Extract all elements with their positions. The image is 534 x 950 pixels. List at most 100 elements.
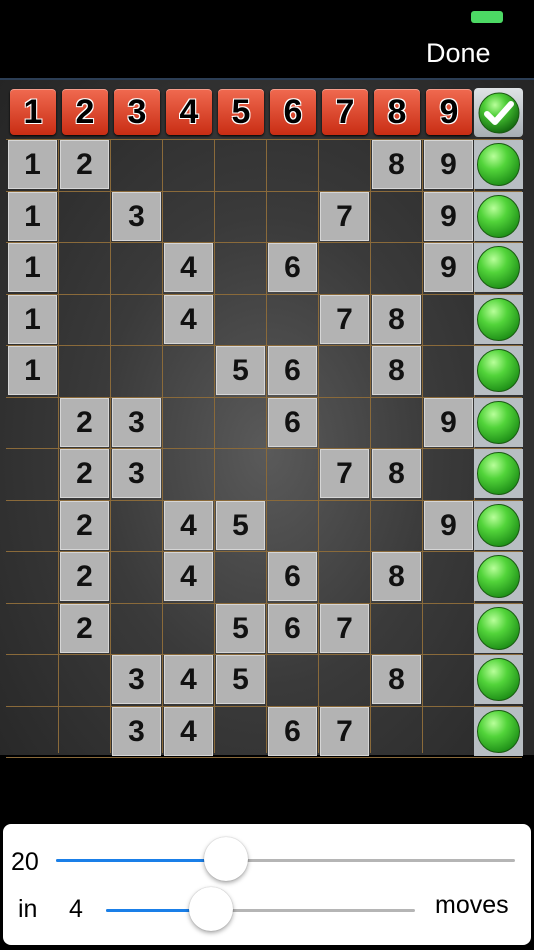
empty-cell[interactable] — [372, 707, 421, 756]
empty-cell[interactable] — [268, 192, 317, 241]
empty-cell[interactable] — [424, 295, 473, 344]
empty-cell[interactable] — [216, 707, 265, 756]
empty-cell[interactable] — [372, 192, 421, 241]
header-number-button[interactable]: 6 — [270, 89, 316, 135]
number-cell[interactable]: 9 — [424, 501, 473, 550]
empty-cell[interactable] — [372, 501, 421, 550]
number-cell[interactable]: 9 — [424, 243, 473, 292]
done-button[interactable]: Done — [426, 38, 491, 69]
number-cell[interactable]: 7 — [320, 192, 369, 241]
number-cell[interactable]: 4 — [164, 707, 213, 756]
empty-cell[interactable] — [60, 707, 109, 756]
number-cell[interactable]: 4 — [164, 552, 213, 601]
empty-cell[interactable] — [320, 346, 369, 395]
number-cell[interactable]: 6 — [268, 707, 317, 756]
header-number-button[interactable]: 9 — [426, 89, 472, 135]
empty-cell[interactable] — [8, 501, 57, 550]
empty-cell[interactable] — [320, 655, 369, 704]
number-cell[interactable]: 8 — [372, 655, 421, 704]
empty-cell[interactable] — [268, 501, 317, 550]
empty-cell[interactable] — [424, 449, 473, 498]
number-cell[interactable]: 4 — [164, 655, 213, 704]
empty-cell[interactable] — [164, 192, 213, 241]
number-cell[interactable]: 8 — [372, 346, 421, 395]
empty-cell[interactable] — [112, 501, 161, 550]
empty-cell[interactable] — [112, 346, 161, 395]
number-cell[interactable]: 3 — [112, 449, 161, 498]
number-cell[interactable]: 6 — [268, 552, 317, 601]
number-cell[interactable]: 9 — [424, 398, 473, 447]
empty-cell[interactable] — [320, 398, 369, 447]
empty-cell[interactable] — [424, 604, 473, 653]
number-cell[interactable]: 2 — [60, 449, 109, 498]
header-number-button[interactable]: 1 — [10, 89, 56, 135]
empty-cell[interactable] — [112, 295, 161, 344]
empty-cell[interactable] — [320, 552, 369, 601]
empty-cell[interactable] — [8, 552, 57, 601]
empty-cell[interactable] — [320, 140, 369, 189]
number-cell[interactable]: 6 — [268, 346, 317, 395]
number-cell[interactable]: 1 — [8, 140, 57, 189]
empty-cell[interactable] — [60, 295, 109, 344]
number-cell[interactable]: 3 — [112, 707, 161, 756]
empty-cell[interactable] — [60, 192, 109, 241]
number-cell[interactable]: 8 — [372, 295, 421, 344]
header-number-button[interactable]: 5 — [218, 89, 264, 135]
number-cell[interactable]: 7 — [320, 707, 369, 756]
empty-cell[interactable] — [216, 398, 265, 447]
empty-cell[interactable] — [216, 552, 265, 601]
empty-cell[interactable] — [268, 655, 317, 704]
number-cell[interactable]: 9 — [424, 192, 473, 241]
empty-cell[interactable] — [60, 346, 109, 395]
number-cell[interactable]: 8 — [372, 140, 421, 189]
number-cell[interactable]: 6 — [268, 604, 317, 653]
empty-cell[interactable] — [372, 604, 421, 653]
empty-cell[interactable] — [8, 449, 57, 498]
number-cell[interactable]: 3 — [112, 192, 161, 241]
number-cell[interactable]: 7 — [320, 295, 369, 344]
empty-cell[interactable] — [424, 346, 473, 395]
number-cell[interactable]: 1 — [8, 243, 57, 292]
empty-cell[interactable] — [372, 398, 421, 447]
empty-cell[interactable] — [112, 243, 161, 292]
target-slider-thumb[interactable] — [204, 837, 248, 881]
number-cell[interactable]: 7 — [320, 449, 369, 498]
empty-cell[interactable] — [320, 501, 369, 550]
empty-cell[interactable] — [112, 552, 161, 601]
header-number-button[interactable]: 2 — [62, 89, 108, 135]
number-cell[interactable]: 2 — [60, 140, 109, 189]
empty-cell[interactable] — [268, 140, 317, 189]
number-cell[interactable]: 7 — [320, 604, 369, 653]
empty-cell[interactable] — [216, 140, 265, 189]
header-number-button[interactable]: 8 — [374, 89, 420, 135]
empty-cell[interactable] — [268, 295, 317, 344]
empty-cell[interactable] — [8, 604, 57, 653]
empty-cell[interactable] — [8, 398, 57, 447]
empty-cell[interactable] — [216, 192, 265, 241]
empty-cell[interactable] — [112, 604, 161, 653]
empty-cell[interactable] — [8, 707, 57, 756]
number-cell[interactable]: 1 — [8, 295, 57, 344]
empty-cell[interactable] — [164, 140, 213, 189]
number-cell[interactable]: 6 — [268, 243, 317, 292]
moves-slider-thumb[interactable] — [189, 887, 233, 931]
empty-cell[interactable] — [320, 243, 369, 292]
number-cell[interactable]: 4 — [164, 295, 213, 344]
number-cell[interactable]: 4 — [164, 501, 213, 550]
empty-cell[interactable] — [216, 243, 265, 292]
number-cell[interactable]: 5 — [216, 501, 265, 550]
number-cell[interactable]: 5 — [216, 604, 265, 653]
empty-cell[interactable] — [424, 655, 473, 704]
empty-cell[interactable] — [216, 449, 265, 498]
number-cell[interactable]: 5 — [216, 655, 265, 704]
header-number-button[interactable]: 4 — [166, 89, 212, 135]
number-cell[interactable]: 3 — [112, 655, 161, 704]
header-number-button[interactable]: 7 — [322, 89, 368, 135]
number-cell[interactable]: 2 — [60, 501, 109, 550]
number-cell[interactable]: 2 — [60, 398, 109, 447]
empty-cell[interactable] — [216, 295, 265, 344]
empty-cell[interactable] — [60, 655, 109, 704]
number-cell[interactable]: 8 — [372, 449, 421, 498]
number-cell[interactable]: 9 — [424, 140, 473, 189]
empty-cell[interactable] — [112, 140, 161, 189]
